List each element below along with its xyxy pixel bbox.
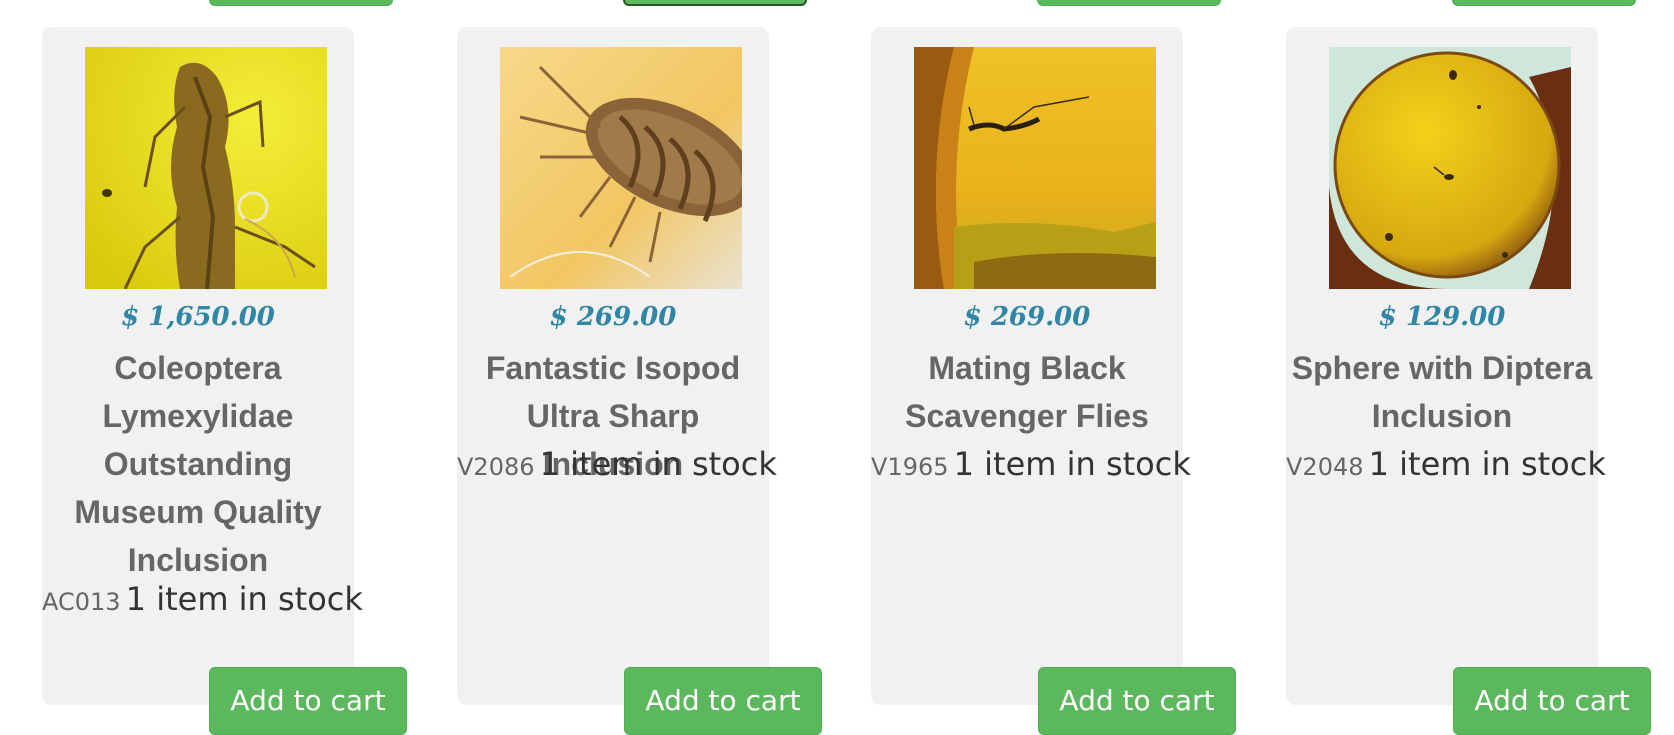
product-sku: V2048 [1286,453,1364,481]
amber-beetle-photo [85,47,327,289]
previous-row-add-to-cart-button[interactable] [623,0,807,6]
amber-sphere-photo [1329,47,1571,289]
product-title[interactable]: Sphere with Diptera Inclusion [1286,344,1598,440]
add-to-cart-button[interactable]: Add to cart [1453,667,1651,735]
product-price: $ 129.00 [1378,302,1506,332]
stock-line: V2086 1 item in stock [457,445,777,483]
add-to-cart-button[interactable]: Add to cart [1038,667,1236,735]
product-sku: AC013 [42,588,121,616]
stock-status: 1 item in stock [953,445,1191,483]
stock-status: 1 item in stock [125,580,363,618]
amber-isopod-photo [500,47,742,289]
previous-row-add-to-cart-button[interactable] [1037,0,1221,6]
stock-line: V2048 1 item in stock [1286,445,1606,483]
stock-status: 1 item in stock [539,445,777,483]
previous-row-add-to-cart-button[interactable] [209,0,393,6]
product-price: $ 1,650.00 [121,302,275,332]
product-title[interactable]: Coleoptera Lymexylidae Outstanding Museu… [42,344,354,584]
product-card: $ 1,650.00 Coleoptera Lymexylidae Outsta… [42,27,407,735]
product-title[interactable]: Mating Black Scavenger Flies [871,344,1183,440]
product-card: $ 269.00 Mating Black Scavenger Flies V1… [871,27,1236,735]
product-image[interactable] [1329,47,1571,289]
product-sku: V1965 [871,453,949,481]
stock-line: V1965 1 item in stock [871,445,1191,483]
product-price: $ 269.00 [963,302,1091,332]
product-image[interactable] [85,47,327,289]
product-card: $ 269.00 Fantastic Isopod Ultra Sharp In… [457,27,822,735]
stock-status: 1 item in stock [1368,445,1606,483]
product-image[interactable] [914,47,1156,289]
product-sku: V2086 [457,453,535,481]
stock-line: AC013 1 item in stock [42,580,363,618]
previous-row-add-to-cart-button[interactable] [1452,0,1636,6]
add-to-cart-button[interactable]: Add to cart [624,667,822,735]
product-image[interactable] [500,47,742,289]
product-card: $ 129.00 Sphere with Diptera Inclusion V… [1286,27,1651,735]
amber-flies-photo [914,47,1156,289]
add-to-cart-button[interactable]: Add to cart [209,667,407,735]
product-price: $ 269.00 [549,302,677,332]
